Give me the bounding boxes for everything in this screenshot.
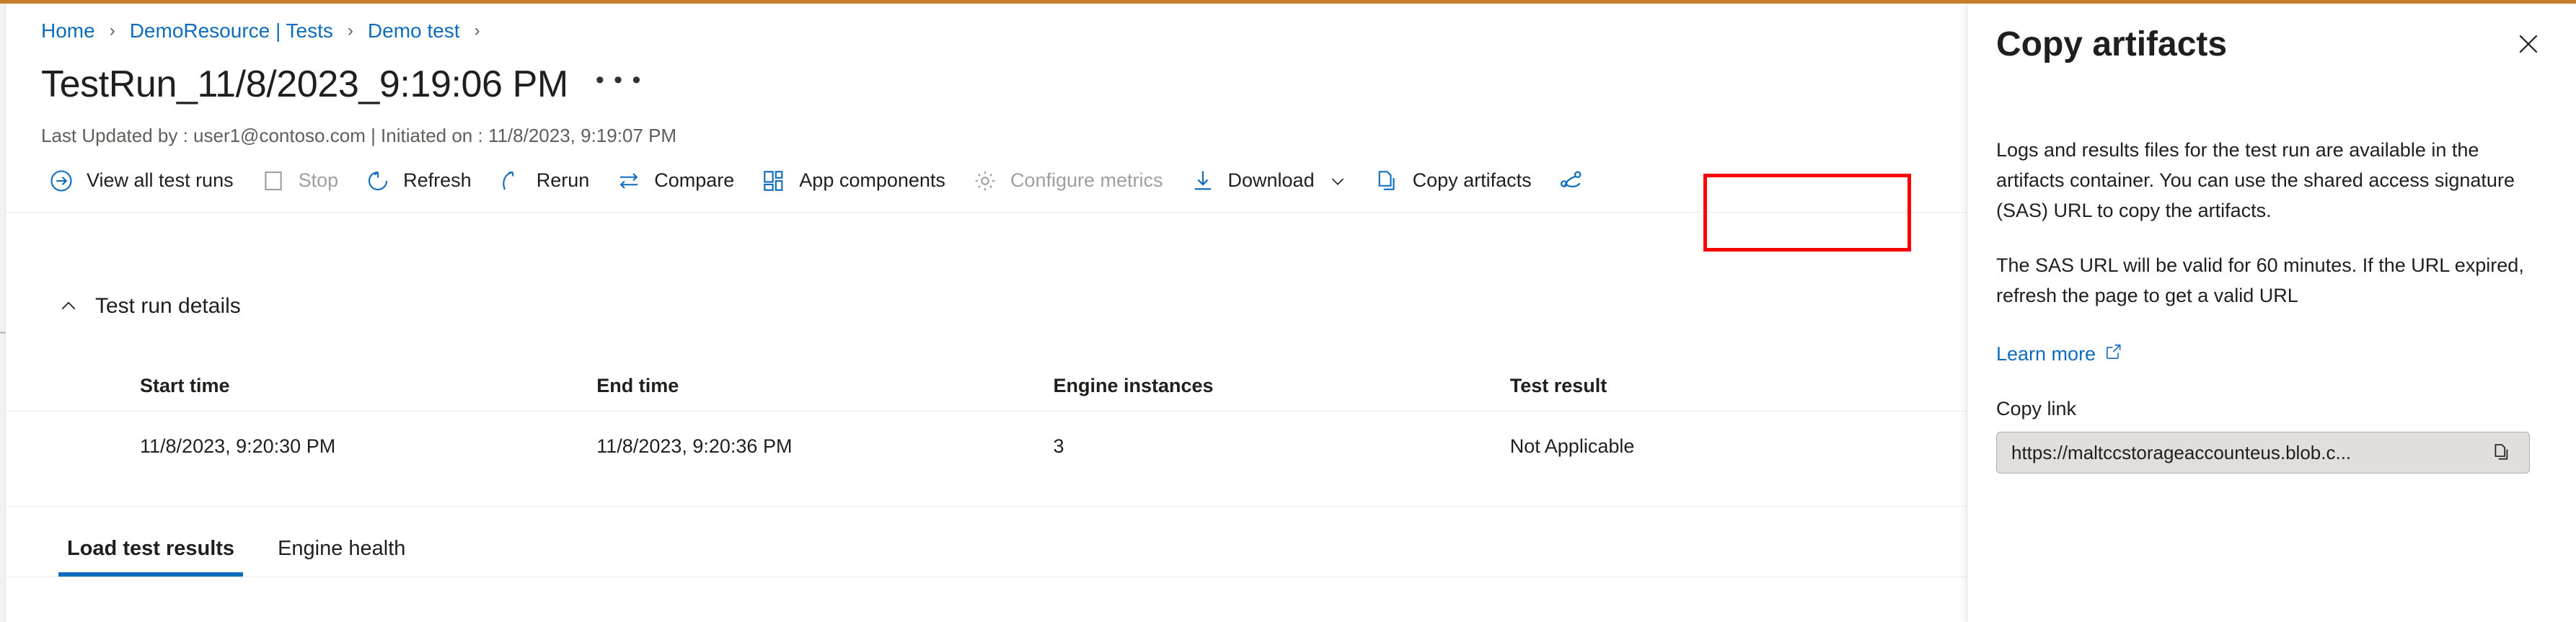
learn-more-link[interactable]: Learn more bbox=[1996, 342, 2123, 366]
command-download[interactable]: Download bbox=[1176, 149, 1361, 213]
copy-documents-icon bbox=[1374, 167, 1401, 195]
close-icon[interactable] bbox=[2508, 24, 2549, 64]
content-tabs: Load test results Engine health bbox=[6, 512, 1967, 577]
breadcrumb-item-demoresource-tests[interactable]: DemoResource | Tests bbox=[130, 19, 333, 43]
copy-link-label: Copy link bbox=[1996, 398, 2547, 420]
panel-paragraph-1: Logs and results files for the test run … bbox=[1996, 135, 2530, 226]
page-root: Home › DemoResource | Tests › Demo test … bbox=[0, 0, 2576, 622]
command-configure-metrics: Configure metrics bbox=[958, 149, 1176, 213]
tab-label: Engine health bbox=[278, 537, 405, 560]
command-compare[interactable]: Compare bbox=[602, 149, 747, 213]
command-label: Refresh bbox=[403, 169, 472, 192]
app-components-icon bbox=[760, 167, 788, 195]
command-bar: View all test runs Stop Refresh bbox=[6, 149, 1967, 213]
column-header-engine-instances: Engine instances bbox=[1054, 375, 1510, 397]
stop-square-icon bbox=[260, 167, 287, 195]
test-run-details-table: Start time End time Engine instances Tes… bbox=[6, 360, 1967, 481]
command-app-components[interactable]: App components bbox=[747, 149, 958, 213]
panel-body: Logs and results files for the test run … bbox=[1967, 135, 2576, 474]
panel-header: Copy artifacts bbox=[1967, 4, 2576, 84]
column-header-start-time: Start time bbox=[140, 375, 596, 397]
breadcrumb-separator-icon: › bbox=[110, 21, 115, 41]
tab-engine-health[interactable]: Engine health bbox=[269, 537, 414, 577]
command-label: Copy artifacts bbox=[1413, 169, 1532, 192]
command-refresh[interactable]: Refresh bbox=[351, 149, 485, 213]
table-row[interactable]: 11/8/2023, 9:20:30 PM 11/8/2023, 9:20:36… bbox=[6, 412, 1967, 481]
breadcrumb-separator-icon: › bbox=[348, 21, 353, 41]
command-label: Configure metrics bbox=[1010, 169, 1163, 192]
copy-link-value: https://maltccstorageaccounteus.blob.c..… bbox=[2011, 442, 2351, 464]
page-subtitle: Last Updated by : user1@contoso.com | In… bbox=[41, 125, 676, 147]
compare-arrows-icon bbox=[615, 167, 643, 195]
page-title: TestRun_11/8/2023_9:19:06 PM bbox=[41, 63, 568, 106]
command-copy-artifacts[interactable]: Copy artifacts bbox=[1361, 149, 1545, 213]
left-gutter bbox=[0, 4, 6, 622]
cell-engine-instances: 3 bbox=[1054, 435, 1510, 458]
tab-load-test-results[interactable]: Load test results bbox=[58, 537, 243, 577]
table-header-row: Start time End time Engine instances Tes… bbox=[6, 360, 1967, 411]
command-label: Compare bbox=[654, 169, 734, 192]
gear-icon bbox=[971, 167, 999, 195]
copy-icon[interactable] bbox=[2487, 437, 2518, 468]
chevron-down-icon bbox=[1328, 171, 1348, 191]
gutter-marker bbox=[0, 332, 6, 334]
learn-more-label: Learn more bbox=[1996, 343, 2096, 365]
command-rerun[interactable]: Rerun bbox=[485, 149, 603, 213]
column-header-end-time: End time bbox=[596, 375, 1053, 397]
copy-artifacts-panel: Copy artifacts Logs and results files fo… bbox=[1967, 4, 2576, 622]
command-share[interactable] bbox=[1545, 149, 1610, 213]
command-label: Rerun bbox=[537, 169, 590, 192]
section-title: Test run details bbox=[95, 294, 241, 319]
more-options-button[interactable]: • • • bbox=[591, 63, 647, 105]
share-nodes-icon bbox=[1558, 167, 1585, 195]
copy-link-field[interactable]: https://maltccstorageaccounteus.blob.c..… bbox=[1996, 432, 2530, 474]
download-icon bbox=[1189, 167, 1217, 195]
command-label: Download bbox=[1228, 169, 1315, 192]
command-stop: Stop bbox=[247, 149, 352, 213]
cell-start-time: 11/8/2023, 9:20:30 PM bbox=[140, 435, 596, 458]
cell-end-time: 11/8/2023, 9:20:36 PM bbox=[596, 435, 1053, 458]
breadcrumb: Home › DemoResource | Tests › Demo test … bbox=[41, 17, 495, 45]
panel-paragraph-2: The SAS URL will be valid for 60 minutes… bbox=[1996, 250, 2530, 311]
title-row: TestRun_11/8/2023_9:19:06 PM • • • bbox=[41, 63, 646, 106]
breadcrumb-item-home[interactable]: Home bbox=[41, 19, 95, 43]
external-link-icon bbox=[2104, 342, 2123, 366]
rerun-icon bbox=[498, 167, 525, 195]
cell-test-result: Not Applicable bbox=[1510, 435, 1967, 458]
command-label: View all test runs bbox=[87, 169, 234, 192]
arrow-right-circle-icon bbox=[48, 167, 75, 195]
breadcrumb-item-demo-test[interactable]: Demo test bbox=[368, 19, 460, 43]
command-label: Stop bbox=[299, 169, 339, 192]
tab-label: Load test results bbox=[67, 537, 234, 560]
refresh-icon bbox=[364, 167, 392, 195]
test-run-details-section-toggle[interactable]: Test run details bbox=[56, 294, 241, 319]
column-header-test-result: Test result bbox=[1510, 375, 1967, 397]
content-divider bbox=[6, 506, 1967, 507]
command-view-all-test-runs[interactable]: View all test runs bbox=[35, 149, 247, 213]
panel-title: Copy artifacts bbox=[1996, 25, 2227, 64]
command-label: App components bbox=[799, 169, 945, 192]
breadcrumb-separator-icon: › bbox=[475, 21, 480, 41]
chevron-up-icon bbox=[56, 294, 81, 319]
